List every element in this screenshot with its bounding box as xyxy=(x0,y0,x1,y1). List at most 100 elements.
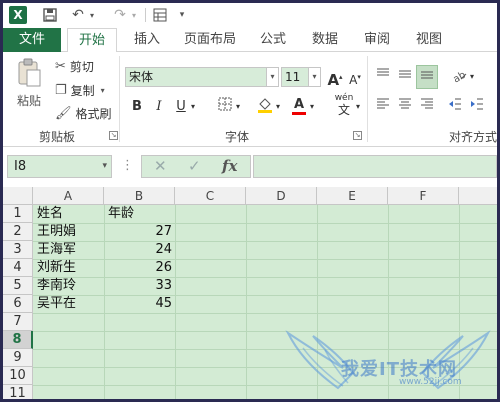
watermark-url: www.52ij.com xyxy=(399,377,462,387)
row-header[interactable]: 2 xyxy=(3,223,33,241)
undo-dropdown-icon[interactable]: ▾ xyxy=(87,6,97,24)
tab-insert[interactable]: 插入 xyxy=(125,28,169,52)
name-box-dropdown-icon[interactable]: ▾ xyxy=(102,156,107,177)
orientation-button[interactable]: ab xyxy=(449,67,469,87)
cell-b4[interactable]: 26 xyxy=(104,259,175,277)
decrease-indent-button[interactable] xyxy=(445,97,465,117)
form-icon[interactable] xyxy=(151,6,169,24)
tab-home[interactable]: 开始 xyxy=(67,28,117,53)
clipboard-group-label: 剪贴板 xyxy=(39,130,76,144)
column-header-g[interactable] xyxy=(459,187,497,205)
svg-text:ab: ab xyxy=(451,70,467,83)
bold-button[interactable]: B xyxy=(127,97,147,117)
save-icon[interactable] xyxy=(41,6,59,24)
paintbrush-icon: 🖌 xyxy=(55,106,72,121)
cut-button[interactable]: ✂ 剪切 xyxy=(55,58,94,75)
align-middle-button[interactable] xyxy=(395,67,415,87)
cell-b1[interactable]: 年龄 xyxy=(108,205,174,223)
tab-review[interactable]: 审阅 xyxy=(357,28,397,52)
excel-window: X ↶ ▾ ↷ ▾ ▾ 文件 开始 插入 页面布局 公式 数据 审阅 视图 粘贴… xyxy=(3,3,497,399)
redo-icon[interactable]: ↷ xyxy=(111,6,129,24)
row-header[interactable]: 1 xyxy=(3,205,33,223)
cell-a6[interactable]: 吴平在 xyxy=(37,295,103,313)
align-center-button[interactable] xyxy=(395,97,415,117)
font-color-button[interactable]: A xyxy=(289,95,309,115)
customize-qat-icon[interactable]: ▾ xyxy=(175,6,189,24)
column-header-d[interactable]: D xyxy=(246,187,317,205)
row-header[interactable]: 11 xyxy=(3,385,33,399)
ribbon-tabs: 文件 开始 插入 页面布局 公式 数据 审阅 视图 xyxy=(3,28,497,53)
font-size-dropdown-icon[interactable]: ▾ xyxy=(308,68,320,86)
row-header[interactable]: 6 xyxy=(3,295,33,313)
align-bottom-button[interactable] xyxy=(416,65,438,89)
formula-bar-grip-icon: ⋮ xyxy=(121,158,134,173)
name-box[interactable]: I8 ▾ xyxy=(7,155,112,178)
font-name-select[interactable]: 宋体 ▾ xyxy=(125,67,279,87)
cell-a4[interactable]: 刘新生 xyxy=(37,259,103,277)
tab-formulas[interactable]: 公式 xyxy=(253,28,293,52)
italic-button[interactable]: I xyxy=(149,97,169,117)
insert-function-icon[interactable]: fx xyxy=(222,157,237,175)
column-header-b[interactable]: B xyxy=(104,187,175,205)
cell-b3[interactable]: 24 xyxy=(104,241,175,259)
enter-icon[interactable]: ✓ xyxy=(188,157,201,175)
row-header[interactable]: 7 xyxy=(3,313,33,331)
excel-logo-icon: X xyxy=(9,6,27,24)
formula-bar: I8 ▾ ⋮ ✕ ✓ fx xyxy=(3,155,497,179)
underline-dropdown-icon[interactable]: ▾ xyxy=(188,97,198,117)
cell-a2[interactable]: 王明娟 xyxy=(37,223,103,241)
cell-b6[interactable]: 45 xyxy=(104,295,175,313)
tab-view[interactable]: 视图 xyxy=(409,28,449,52)
tab-file[interactable]: 文件 xyxy=(3,28,61,52)
borders-button[interactable] xyxy=(215,97,235,117)
cell-b5[interactable]: 33 xyxy=(104,277,175,295)
cell-a1[interactable]: 姓名 xyxy=(37,205,103,223)
font-launcher-icon[interactable]: ↘ xyxy=(353,131,362,140)
scissors-icon: ✂ xyxy=(55,59,66,74)
row-header[interactable]: 3 xyxy=(3,241,33,259)
copy-button[interactable]: ❐ 复制 ▾ xyxy=(55,82,105,99)
row-header-selected[interactable]: 8 xyxy=(3,331,33,349)
grow-font-button[interactable]: A▴ xyxy=(325,67,345,89)
clipboard-launcher-icon[interactable]: ↘ xyxy=(109,131,118,140)
alignment-group-label: 对齐方式 xyxy=(449,130,497,144)
row-header[interactable]: 10 xyxy=(3,367,33,385)
borders-dropdown-icon[interactable]: ▾ xyxy=(233,97,243,117)
font-color-dropdown-icon[interactable]: ▾ xyxy=(307,97,317,117)
tab-data[interactable]: 数据 xyxy=(305,28,345,52)
align-top-button[interactable] xyxy=(373,67,393,87)
column-header-c[interactable]: C xyxy=(175,187,246,205)
redo-dropdown-icon[interactable]: ▾ xyxy=(129,6,139,24)
copy-icon: ❐ xyxy=(55,83,67,98)
cell-a3[interactable]: 王海军 xyxy=(37,241,103,259)
copy-dropdown-icon[interactable]: ▾ xyxy=(101,86,105,95)
formula-buttons: ✕ ✓ fx xyxy=(141,155,251,178)
column-header-a[interactable]: A xyxy=(33,187,104,205)
undo-icon[interactable]: ↶ xyxy=(69,6,87,24)
fill-color-button[interactable] xyxy=(255,97,275,117)
shrink-font-button[interactable]: A▾ xyxy=(345,67,365,87)
cell-a5[interactable]: 李南玲 xyxy=(37,277,103,295)
cell-b2[interactable]: 27 xyxy=(104,223,175,241)
align-left-button[interactable] xyxy=(373,97,393,117)
row-header[interactable]: 9 xyxy=(3,349,33,367)
font-group-label: 字体 xyxy=(225,130,250,144)
column-header-e[interactable]: E xyxy=(317,187,388,205)
row-header[interactable]: 5 xyxy=(3,277,33,295)
row-header[interactable]: 4 xyxy=(3,259,33,277)
paste-button[interactable]: 粘贴 xyxy=(13,58,45,109)
formula-input[interactable] xyxy=(253,155,497,178)
increase-indent-button[interactable] xyxy=(467,97,487,117)
font-name-dropdown-icon[interactable]: ▾ xyxy=(266,68,278,86)
orientation-dropdown-icon[interactable]: ▾ xyxy=(467,67,477,87)
fill-color-dropdown-icon[interactable]: ▾ xyxy=(273,97,283,117)
cancel-icon[interactable]: ✕ xyxy=(154,157,167,175)
align-right-button[interactable] xyxy=(417,97,437,117)
column-header-f[interactable]: F xyxy=(388,187,459,205)
select-all-corner[interactable] xyxy=(3,187,33,205)
ribbon-home: 粘贴 ✂ 剪切 ❐ 复制 ▾ 🖌 格式刷 剪贴板 ↘ 宋体 ▾ 11 ▾ A▴ … xyxy=(3,52,497,147)
tab-page-layout[interactable]: 页面布局 xyxy=(175,28,245,52)
phonetic-dropdown-icon[interactable]: ▾ xyxy=(353,97,363,117)
format-painter-button[interactable]: 🖌 格式刷 xyxy=(55,105,112,122)
font-size-select[interactable]: 11 ▾ xyxy=(281,67,321,87)
